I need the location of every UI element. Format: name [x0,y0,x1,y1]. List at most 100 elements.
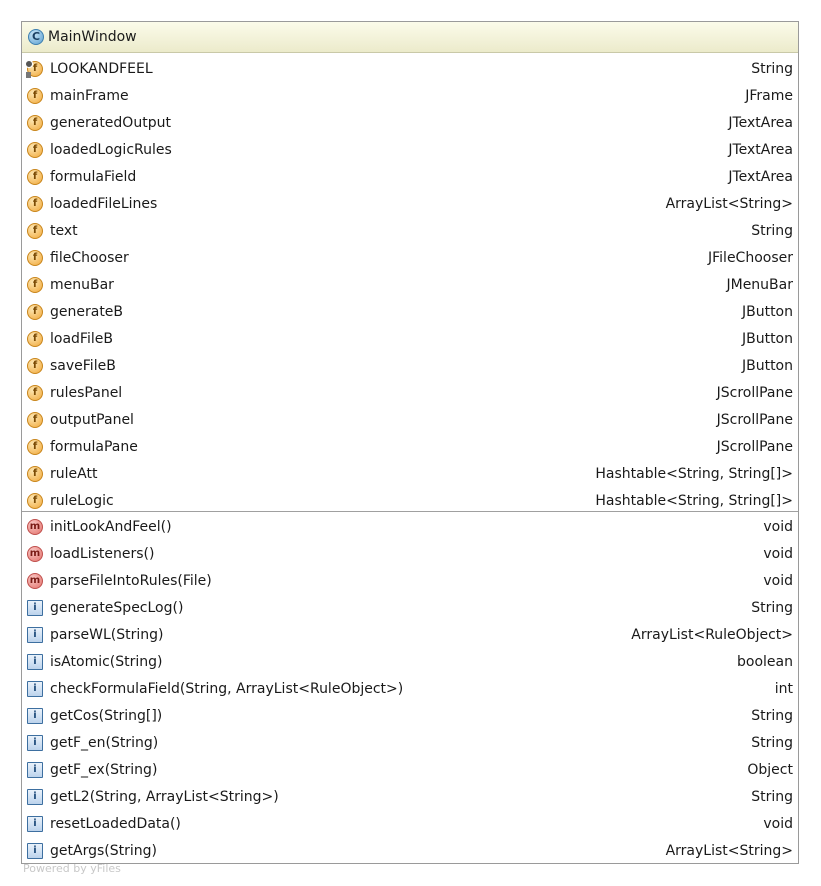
field-icon: f [27,465,43,482]
field-icon: f [27,357,43,374]
field-row-name: LOOKANDFEEL [50,60,153,77]
method-row-type: String [751,707,793,724]
field-row[interactable]: f formulaPane JScrollPane [22,433,798,460]
field-icon: f [27,249,43,266]
field-icon: f [27,276,43,293]
field-row-type: JTextArea [728,114,793,131]
field-row[interactable]: f ruleAtt Hashtable<String, String[]> [22,460,798,487]
method-row-type: void [763,572,793,589]
method-row[interactable]: m loadListeners() void [22,540,798,567]
field-row-name: fileChooser [50,249,129,266]
abstract-method-icon: i [27,734,43,751]
method-row[interactable]: i getF_en(String) String [22,729,798,756]
method-row-name: checkFormulaField(String, ArrayList<Rule… [50,680,404,697]
field-row-name: menuBar [50,276,114,293]
field-row-type: Hashtable<String, String[]> [595,465,793,482]
abstract-method-icon: i [27,842,43,859]
field-row[interactable]: f loadedLogicRules JTextArea [22,136,798,163]
method-row[interactable]: i resetLoadedData() void [22,810,798,837]
field-icon: f [27,492,43,509]
method-row-type: ArrayList<RuleObject> [631,626,793,643]
class-icon: C [28,29,44,45]
method-row[interactable]: i isAtomic(String) boolean [22,648,798,675]
method-row-name: getL2(String, ArrayList<String>) [50,788,279,805]
method-row-name: getArgs(String) [50,842,157,859]
field-row-name: outputPanel [50,411,134,428]
method-row-name: getF_ex(String) [50,761,158,778]
abstract-method-icon: i [27,707,43,724]
abstract-method-icon: i [27,626,43,643]
method-row-name: isAtomic(String) [50,653,163,670]
method-row-type: void [763,518,793,535]
field-icon: f [27,330,43,347]
field-row-name: text [50,222,78,239]
method-row[interactable]: i checkFormulaField(String, ArrayList<Rul… [22,675,798,702]
field-icon: f [27,195,43,212]
method-row[interactable]: m parseFileIntoRules(File) void [22,567,798,594]
method-row[interactable]: i getL2(String, ArrayList<String>) String [22,783,798,810]
field-row-type: String [751,60,793,77]
method-row-name: getF_en(String) [50,734,159,751]
field-row[interactable]: f formulaField JTextArea [22,163,798,190]
abstract-method-icon: i [27,815,43,832]
field-row[interactable]: f generateB JButton [22,298,798,325]
field-row-name: saveFileB [50,357,116,374]
method-row[interactable]: m initLookAndFeel() void [22,513,798,540]
field-row-type: JScrollPane [716,438,793,455]
abstract-method-icon: i [27,761,43,778]
field-row-type: JButton [741,303,793,320]
field-row[interactable]: f generatedOutput JTextArea [22,109,798,136]
method-icon: m [27,572,43,589]
class-header[interactable]: C MainWindow [22,22,798,53]
method-row-name: loadListeners() [50,545,155,562]
method-icon: m [27,545,43,562]
field-row[interactable]: f saveFileB JButton [22,352,798,379]
field-row-type: JScrollPane [716,384,793,401]
field-icon: f [27,384,43,401]
fields-section: f LOOKANDFEEL String f mainFrame JFrame f gener… [22,53,798,512]
field-row[interactable]: f menuBar JMenuBar [22,271,798,298]
field-row[interactable]: f LOOKANDFEEL String [22,55,798,82]
field-row-type: JScrollPane [716,411,793,428]
field-row-type: Hashtable<String, String[]> [595,492,793,509]
class-name: MainWindow [48,29,137,45]
field-row[interactable]: f loadFileB JButton [22,325,798,352]
method-row[interactable]: i getF_ex(String) Object [22,756,798,783]
field-row[interactable]: f ruleLogic Hashtable<String, String[]> [22,487,798,514]
field-row-type: JFrame [745,87,793,104]
field-row[interactable]: f outputPanel JScrollPane [22,406,798,433]
field-icon: f [27,141,43,158]
uml-class-node[interactable]: C MainWindow f LOOKANDFEEL String f mainFram… [21,21,799,864]
method-row-name: getCos(String[]) [50,707,163,724]
field-row-type: JTextArea [728,168,793,185]
field-row-type: String [751,222,793,239]
field-row-name: generateB [50,303,124,320]
field-row-name: generatedOutput [50,114,171,131]
method-row-type: Object [747,761,793,778]
abstract-method-icon: i [27,653,43,670]
method-row-type: String [751,734,793,751]
field-row-type: JMenuBar [726,276,793,293]
method-row[interactable]: i getArgs(String) ArrayList<String> [22,837,798,864]
field-row-name: loadFileB [50,330,113,347]
method-row-name: initLookAndFeel() [50,518,172,535]
field-row[interactable]: f fileChooser JFileChooser [22,244,798,271]
abstract-method-icon: i [27,599,43,616]
field-row-name: loadedLogicRules [50,141,172,158]
field-row[interactable]: f mainFrame JFrame [22,82,798,109]
field-icon: f [27,438,43,455]
field-row[interactable]: f text String [22,217,798,244]
method-row-type: boolean [737,653,793,670]
field-icon: f [27,303,43,320]
field-row[interactable]: f loadedFileLines ArrayList<String> [22,190,798,217]
method-row[interactable]: i generateSpecLog() String [22,594,798,621]
field-row-type: JTextArea [728,141,793,158]
method-row[interactable]: i parseWL(String) ArrayList<RuleObject> [22,621,798,648]
method-row-name: generateSpecLog() [50,599,184,616]
method-row-type: String [751,599,793,616]
method-row[interactable]: i getCos(String[]) String [22,702,798,729]
field-row[interactable]: f rulesPanel JScrollPane [22,379,798,406]
field-row-type: JFileChooser [708,249,793,266]
method-row-type: ArrayList<String> [665,842,793,859]
field-row-name: ruleLogic [50,492,114,509]
